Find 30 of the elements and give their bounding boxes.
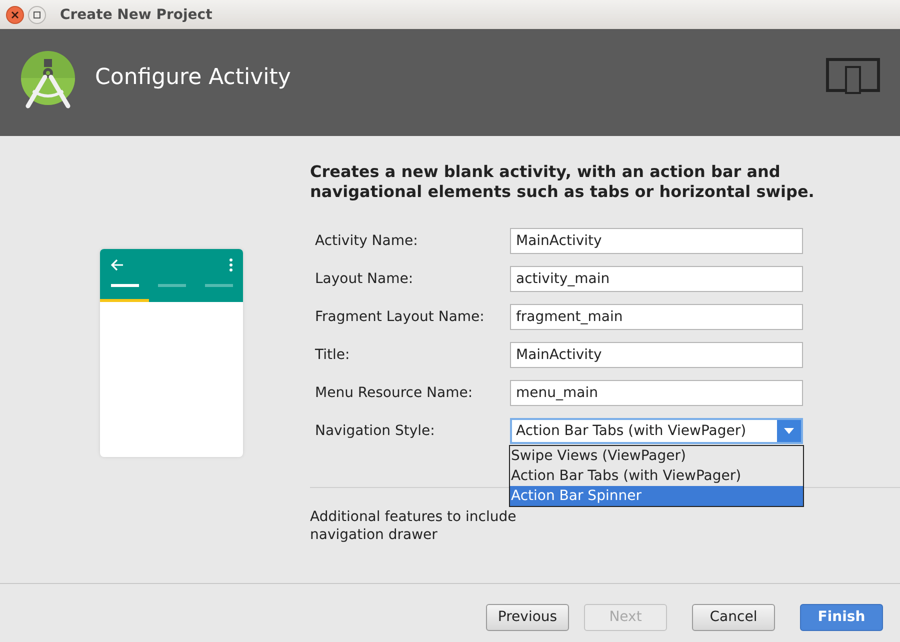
navigation-style-dropdown[interactable]: Action Bar Tabs (with ViewPager)	[510, 418, 803, 444]
close-icon	[11, 10, 19, 18]
caret-icon	[784, 428, 794, 434]
field-label: Navigation Style:	[315, 423, 436, 439]
dialog-button[interactable]: Finish	[800, 604, 883, 630]
dialog-button[interactable]: Previous	[486, 604, 569, 630]
input-field[interactable]: MainActivity	[510, 228, 803, 254]
tablet-phone-icon	[826, 58, 880, 94]
input-field[interactable]: fragment_main	[510, 304, 803, 330]
input-field[interactable]: activity_main	[510, 266, 803, 292]
maximize-button[interactable]	[28, 6, 46, 24]
close-button[interactable]	[6, 6, 24, 24]
field-label: Layout Name:	[315, 271, 414, 287]
dropdown-option[interactable]: Swipe Views (ViewPager)	[510, 446, 803, 466]
input-field[interactable]: MainActivity	[510, 342, 803, 368]
page-title: Configure Activity	[95, 65, 292, 90]
android-studio-logo-icon	[21, 50, 75, 108]
field-label: Title:	[315, 347, 351, 363]
description-text: Creates a new blank activity, with an action bar and navigational elements such as tabs or horizontal swipe.	[310, 162, 816, 202]
dropdown-option[interactable]: Action Bar Tabs (with ViewPager)	[510, 466, 803, 486]
window-title: Create New Project	[60, 6, 212, 22]
maximize-icon	[33, 10, 41, 18]
field-label: Menu Resource Name:	[315, 385, 474, 401]
dialog-button[interactable]: Cancel	[692, 604, 775, 630]
dropdown-option[interactable]: Action Bar Spinner	[510, 486, 803, 506]
field-label: Activity Name:	[315, 233, 419, 249]
hint-text: Additional features to include	[310, 508, 516, 526]
hint-text: navigation drawer	[310, 526, 438, 544]
input-field[interactable]: menu_main	[510, 380, 803, 406]
field-label: Fragment Layout Name:	[315, 309, 486, 325]
